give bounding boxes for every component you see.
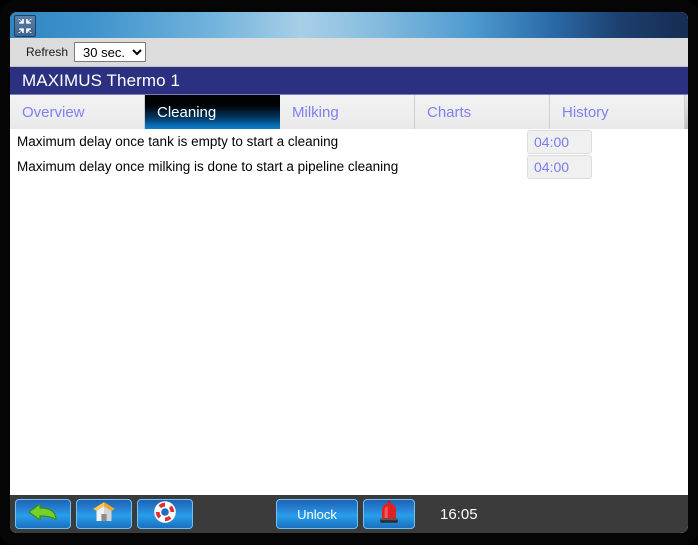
help-button[interactable] bbox=[137, 499, 193, 529]
window-titlebar bbox=[10, 12, 688, 38]
tab-milking[interactable]: Milking bbox=[280, 95, 415, 129]
bottom-toolbar: Unlock 16:05 bbox=[10, 495, 688, 533]
unlock-button[interactable]: Unlock bbox=[276, 499, 358, 529]
page-header: MAXIMUS Thermo 1 bbox=[10, 67, 688, 95]
home-icon bbox=[91, 500, 117, 529]
setting-row: Maximum delay once milking is done to st… bbox=[10, 154, 688, 179]
tab-label: History bbox=[562, 103, 609, 121]
setting-label: Maximum delay once tank is empty to star… bbox=[17, 134, 339, 149]
page-title: MAXIMUS Thermo 1 bbox=[22, 70, 181, 90]
setting-label: Maximum delay once milking is done to st… bbox=[17, 159, 399, 174]
setting-row: Maximum delay once tank is empty to star… bbox=[10, 129, 688, 154]
alarm-beacon-icon bbox=[377, 499, 401, 530]
back-button[interactable] bbox=[15, 499, 71, 529]
tab-label: Overview bbox=[22, 103, 85, 121]
cleaning-settings-panel: Maximum delay once tank is empty to star… bbox=[10, 129, 688, 477]
tabstrip-filler bbox=[685, 95, 688, 129]
collapse-arrows-icon[interactable] bbox=[14, 15, 36, 37]
setting-value-input[interactable] bbox=[527, 154, 592, 179]
tab-history[interactable]: History bbox=[550, 95, 685, 129]
alarm-button[interactable] bbox=[363, 499, 415, 529]
tab-label: Cleaning bbox=[157, 103, 217, 121]
device-frame: Refresh 5 sec.10 sec.30 sec.1 min.Never … bbox=[0, 0, 698, 545]
clock: 16:05 bbox=[440, 505, 478, 523]
tab-label: Milking bbox=[292, 103, 339, 121]
tab-cleaning[interactable]: Cleaning bbox=[145, 95, 280, 129]
tab-charts[interactable]: Charts bbox=[415, 95, 550, 129]
screen: Refresh 5 sec.10 sec.30 sec.1 min.Never … bbox=[10, 12, 688, 533]
setting-value-input[interactable] bbox=[527, 129, 592, 154]
refresh-label: Refresh bbox=[26, 45, 69, 59]
refresh-bar: Refresh 5 sec.10 sec.30 sec.1 min.Never bbox=[10, 38, 688, 67]
tab-overview[interactable]: Overview bbox=[10, 95, 145, 129]
tab-label: Charts bbox=[427, 103, 472, 121]
back-arrow-icon bbox=[26, 501, 60, 528]
refresh-interval-select[interactable]: 5 sec.10 sec.30 sec.1 min.Never bbox=[74, 42, 147, 62]
home-button[interactable] bbox=[76, 499, 132, 529]
unlock-label: Unlock bbox=[297, 506, 337, 522]
tabstrip: Overview Cleaning Milking Charts History bbox=[10, 95, 688, 129]
life-ring-icon bbox=[153, 500, 177, 529]
